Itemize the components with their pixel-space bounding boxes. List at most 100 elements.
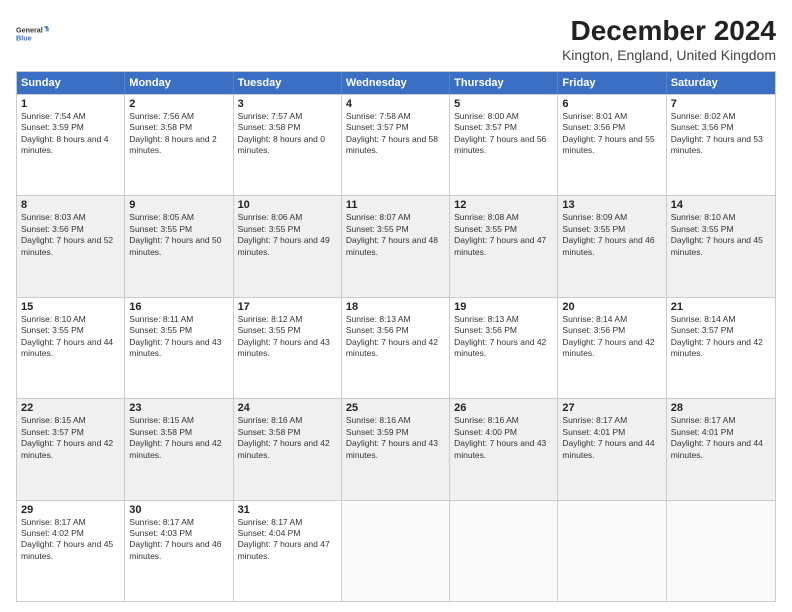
cell-line: Daylight: 7 hours and 45 minutes. [671,235,771,258]
calendar-cell: 20Sunrise: 8:14 AMSunset: 3:56 PMDayligh… [558,298,666,398]
cell-line: Daylight: 7 hours and 42 minutes. [238,438,337,461]
cell-line: Sunset: 3:55 PM [671,224,771,235]
page: GeneralBlue December 2024 Kington, Engla… [0,0,792,612]
cell-line: Sunset: 3:56 PM [454,325,553,336]
cell-line: Daylight: 7 hours and 52 minutes. [21,235,120,258]
cell-line: Sunrise: 8:10 AM [21,314,120,325]
calendar-cell: 6Sunrise: 8:01 AMSunset: 3:56 PMDaylight… [558,95,666,195]
cell-line: Daylight: 7 hours and 42 minutes. [129,438,228,461]
cell-line: Sunrise: 8:16 AM [346,415,445,426]
cell-line: Sunrise: 8:05 AM [129,212,228,223]
calendar-week: 1Sunrise: 7:54 AMSunset: 3:59 PMDaylight… [17,94,775,195]
calendar-header-cell: Thursday [450,72,558,94]
day-number: 26 [454,402,553,414]
cell-line: Daylight: 7 hours and 44 minutes. [562,438,661,461]
cell-line: Sunrise: 8:15 AM [21,415,120,426]
logo-icon: GeneralBlue [16,16,52,52]
calendar-cell-empty [667,501,775,601]
cell-line: Daylight: 7 hours and 47 minutes. [238,539,337,562]
cell-line: Daylight: 7 hours and 50 minutes. [129,235,228,258]
cell-line: Sunset: 4:01 PM [671,427,771,438]
calendar-cell: 10Sunrise: 8:06 AMSunset: 3:55 PMDayligh… [234,196,342,296]
calendar-cell: 29Sunrise: 8:17 AMSunset: 4:02 PMDayligh… [17,501,125,601]
cell-line: Sunrise: 8:16 AM [238,415,337,426]
cell-line: Sunset: 3:55 PM [346,224,445,235]
cell-line: Sunrise: 7:57 AM [238,111,337,122]
calendar-header-cell: Friday [558,72,666,94]
calendar-header-cell: Sunday [17,72,125,94]
calendar-week: 15Sunrise: 8:10 AMSunset: 3:55 PMDayligh… [17,297,775,398]
calendar-header: SundayMondayTuesdayWednesdayThursdayFrid… [17,72,775,94]
header: GeneralBlue December 2024 Kington, Engla… [16,16,776,63]
cell-line: Sunset: 3:56 PM [346,325,445,336]
day-number: 3 [238,98,337,110]
cell-line: Daylight: 8 hours and 2 minutes. [129,134,228,157]
cell-line: Sunrise: 8:10 AM [671,212,771,223]
day-number: 24 [238,402,337,414]
calendar-week: 29Sunrise: 8:17 AMSunset: 4:02 PMDayligh… [17,500,775,601]
calendar-cell: 21Sunrise: 8:14 AMSunset: 3:57 PMDayligh… [667,298,775,398]
cell-line: Sunrise: 8:11 AM [129,314,228,325]
calendar-header-cell: Wednesday [342,72,450,94]
cell-line: Sunrise: 8:17 AM [21,517,120,528]
cell-line: Sunrise: 7:58 AM [346,111,445,122]
title-block: December 2024 Kington, England, United K… [562,16,776,63]
calendar-cell: 3Sunrise: 7:57 AMSunset: 3:58 PMDaylight… [234,95,342,195]
day-number: 5 [454,98,553,110]
calendar-week: 22Sunrise: 8:15 AMSunset: 3:57 PMDayligh… [17,398,775,499]
cell-line: Sunrise: 8:14 AM [562,314,661,325]
calendar-cell: 22Sunrise: 8:15 AMSunset: 3:57 PMDayligh… [17,399,125,499]
cell-line: Sunset: 3:57 PM [454,122,553,133]
cell-line: Sunrise: 8:15 AM [129,415,228,426]
calendar-cell: 18Sunrise: 8:13 AMSunset: 3:56 PMDayligh… [342,298,450,398]
calendar-cell: 23Sunrise: 8:15 AMSunset: 3:58 PMDayligh… [125,399,233,499]
calendar-body: 1Sunrise: 7:54 AMSunset: 3:59 PMDaylight… [17,94,775,601]
day-number: 13 [562,199,661,211]
cell-line: Sunrise: 8:01 AM [562,111,661,122]
day-number: 19 [454,301,553,313]
cell-line: Sunrise: 8:17 AM [562,415,661,426]
cell-line: Sunset: 3:58 PM [129,122,228,133]
cell-line: Daylight: 7 hours and 45 minutes. [21,539,120,562]
cell-line: Sunset: 3:56 PM [671,122,771,133]
cell-line: Sunrise: 8:17 AM [671,415,771,426]
calendar-cell: 17Sunrise: 8:12 AMSunset: 3:55 PMDayligh… [234,298,342,398]
cell-line: Sunset: 3:59 PM [21,122,120,133]
calendar-cell: 7Sunrise: 8:02 AMSunset: 3:56 PMDaylight… [667,95,775,195]
day-number: 30 [129,504,228,516]
cell-line: Sunrise: 8:16 AM [454,415,553,426]
calendar-header-cell: Tuesday [234,72,342,94]
calendar-cell: 30Sunrise: 8:17 AMSunset: 4:03 PMDayligh… [125,501,233,601]
calendar-cell-empty [450,501,558,601]
calendar-cell: 27Sunrise: 8:17 AMSunset: 4:01 PMDayligh… [558,399,666,499]
cell-line: Sunset: 3:58 PM [238,427,337,438]
cell-line: Sunrise: 8:00 AM [454,111,553,122]
cell-line: Sunset: 3:56 PM [562,122,661,133]
cell-line: Sunset: 3:55 PM [562,224,661,235]
calendar: SundayMondayTuesdayWednesdayThursdayFrid… [16,71,776,602]
day-number: 1 [21,98,120,110]
cell-line: Sunset: 3:55 PM [238,325,337,336]
cell-line: Sunrise: 7:54 AM [21,111,120,122]
cell-line: Sunset: 3:57 PM [671,325,771,336]
cell-line: Daylight: 7 hours and 43 minutes. [238,337,337,360]
cell-line: Daylight: 7 hours and 48 minutes. [346,235,445,258]
calendar-cell: 1Sunrise: 7:54 AMSunset: 3:59 PMDaylight… [17,95,125,195]
cell-line: Daylight: 8 hours and 4 minutes. [21,134,120,157]
subtitle: Kington, England, United Kingdom [562,47,776,63]
calendar-cell: 31Sunrise: 8:17 AMSunset: 4:04 PMDayligh… [234,501,342,601]
cell-line: Daylight: 7 hours and 43 minutes. [346,438,445,461]
calendar-cell-empty [342,501,450,601]
calendar-cell: 26Sunrise: 8:16 AMSunset: 4:00 PMDayligh… [450,399,558,499]
calendar-cell: 11Sunrise: 8:07 AMSunset: 3:55 PMDayligh… [342,196,450,296]
cell-line: Sunset: 4:04 PM [238,528,337,539]
day-number: 9 [129,199,228,211]
cell-line: Daylight: 7 hours and 53 minutes. [671,134,771,157]
cell-line: Sunrise: 8:14 AM [671,314,771,325]
day-number: 7 [671,98,771,110]
cell-line: Sunrise: 8:02 AM [671,111,771,122]
cell-line: Sunset: 4:02 PM [21,528,120,539]
cell-line: Daylight: 7 hours and 44 minutes. [21,337,120,360]
cell-line: Sunrise: 8:08 AM [454,212,553,223]
cell-line: Daylight: 7 hours and 42 minutes. [21,438,120,461]
